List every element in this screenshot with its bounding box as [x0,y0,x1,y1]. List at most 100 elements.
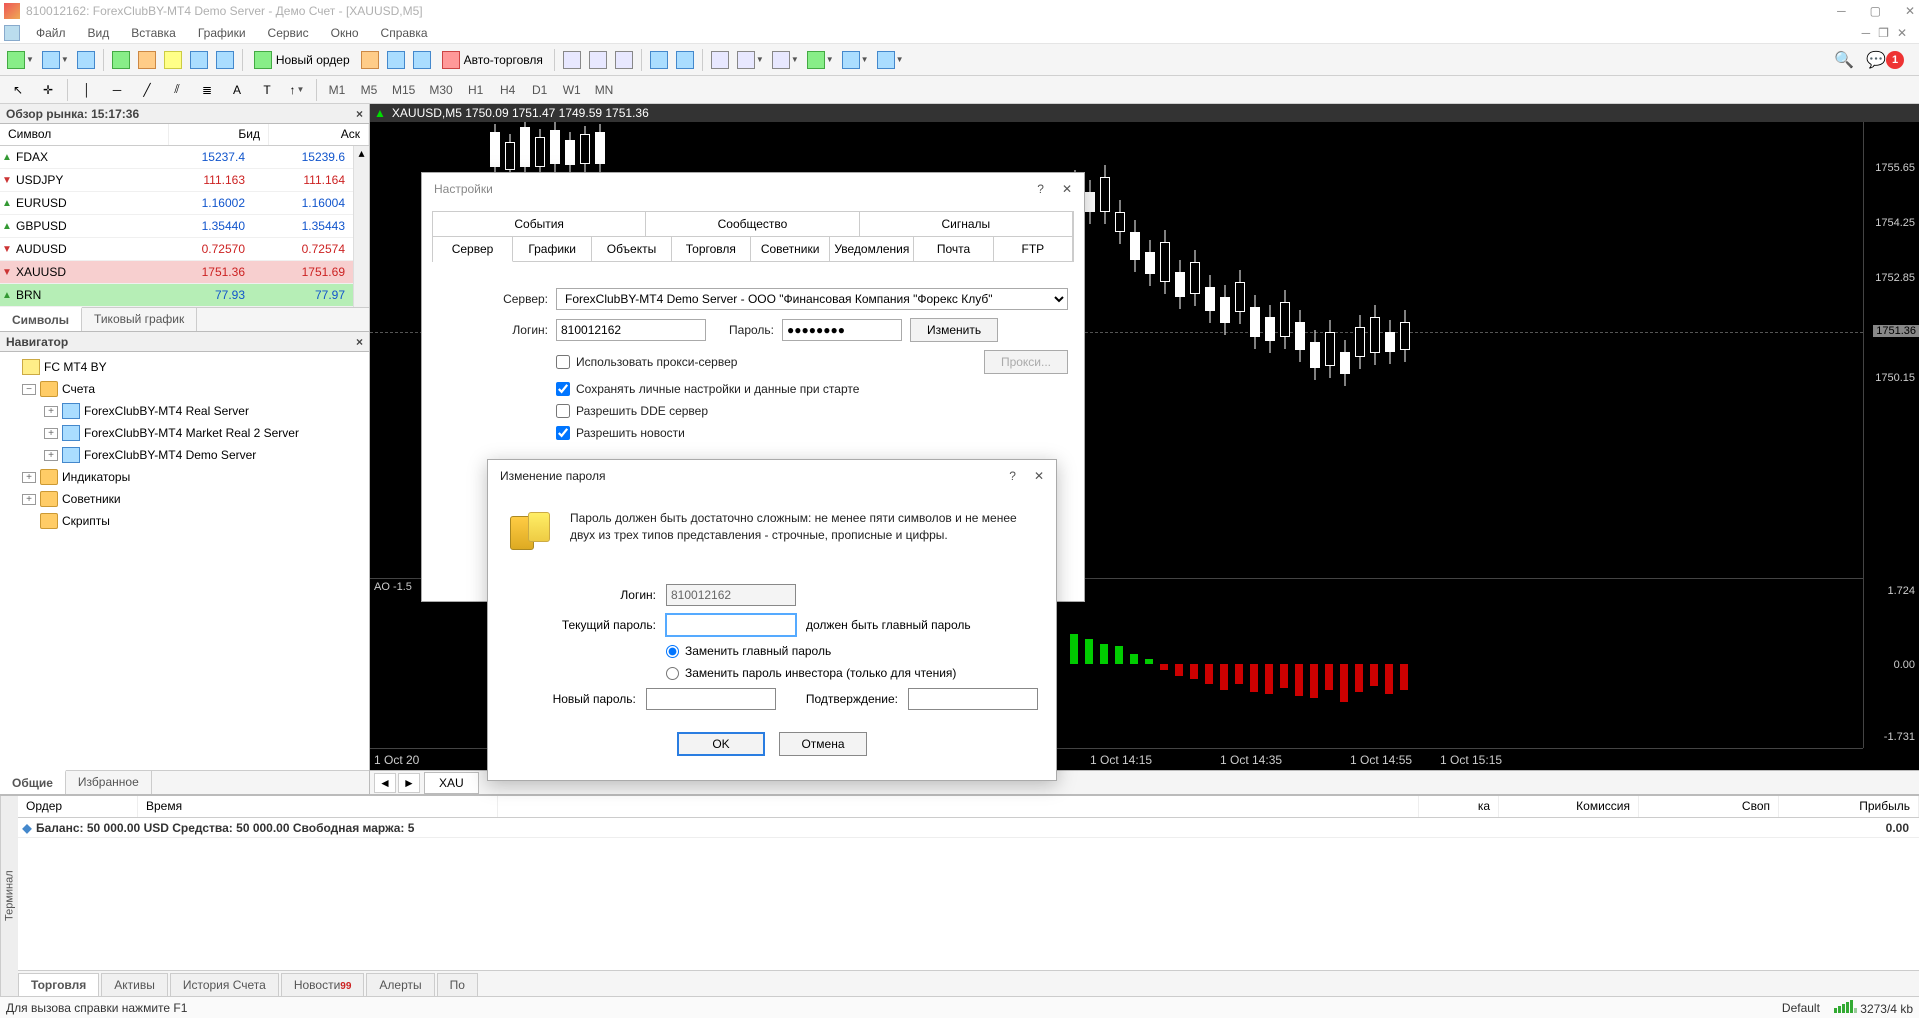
hline-tool[interactable]: ─ [103,78,131,102]
menu-file[interactable]: Файл [26,24,76,42]
term-tab-news[interactable]: Новости99 [281,973,365,996]
mdi-restore-icon[interactable]: ❐ [1878,26,1889,40]
stab-charts[interactable]: Графики [513,237,592,262]
mw-row-FDAX[interactable]: ▲FDAX15237.415239.6 [0,146,353,169]
menu-insert[interactable]: Вставка [121,24,186,42]
text-tool[interactable]: A [223,78,251,102]
menu-window[interactable]: Окно [321,24,369,42]
tf-d1[interactable]: D1 [525,79,555,101]
vline-tool[interactable]: │ [73,78,101,102]
stab-server[interactable]: Сервер [433,237,513,262]
navigator-button[interactable] [161,48,185,72]
templates-button[interactable]: ▼ [804,48,837,72]
tf-h1[interactable]: H1 [461,79,491,101]
minimize-button[interactable]: ─ [1837,4,1846,18]
new-chart-button[interactable]: ▼ [4,48,37,72]
proxy-checkbox[interactable] [556,355,570,369]
chart-tab-prev[interactable]: ◄ [374,773,396,793]
pwd-ok-button[interactable]: OK [677,732,765,756]
pwd-radio-main[interactable] [666,645,679,658]
term-tab-history[interactable]: История Счета [170,973,279,996]
chart-tab-xau[interactable]: XAU [424,772,479,794]
nav-scripts[interactable]: Скрипты [0,510,369,532]
bar-chart-button[interactable] [560,48,584,72]
pwd-close-icon[interactable]: ✕ [1034,469,1044,483]
mdi-icon[interactable] [4,25,20,41]
term-tab-assets[interactable]: Активы [101,973,168,996]
tf-m1[interactable]: M1 [322,79,352,101]
pwd-current-input[interactable] [666,614,796,636]
profiles-button[interactable]: ▼ [39,48,72,72]
scroll-button[interactable]: ▼ [874,48,907,72]
dde-checkbox-label[interactable]: Разрешить DDE сервер [556,404,708,418]
nav-server-0[interactable]: +ForexClubBY-MT4 Real Server [0,400,369,422]
navigator-close-icon[interactable]: × [356,335,363,349]
term-tab-more[interactable]: По [437,973,478,996]
pwd-cancel-button[interactable]: Отмена [779,732,867,756]
menu-view[interactable]: Вид [78,24,120,42]
close-button[interactable]: ✕ [1905,4,1915,18]
stab-trade[interactable]: Торговля [672,237,751,262]
news-checkbox-label[interactable]: Разрешить новости [556,426,685,440]
stab-experts[interactable]: Советники [751,237,830,262]
status-profile[interactable]: Default [1782,1001,1820,1015]
mdi-minimize-icon[interactable]: ─ [1862,26,1871,40]
nav-server-1[interactable]: +ForexClubBY-MT4 Market Real 2 Server [0,422,369,444]
auto-trading-button[interactable]: Авто-торговля [436,48,549,72]
metaquotes-button[interactable] [358,48,382,72]
pwd-radio-investor[interactable] [666,667,679,680]
mw-row-EURUSD[interactable]: ▲EURUSD1.160021.16004 [0,192,353,215]
tester-button[interactable] [213,48,237,72]
chart-tab-next[interactable]: ► [398,773,420,793]
zoom-in-button[interactable] [647,48,671,72]
save-button[interactable] [74,48,98,72]
login-input[interactable] [556,319,706,341]
mw-tab-tick[interactable]: Тиковый график [82,308,197,331]
pwd-new-input[interactable] [646,688,776,710]
nav-accounts[interactable]: −Счета [0,378,369,400]
market-watch-close-icon[interactable]: × [356,107,363,121]
new-order-button[interactable]: Новый ордер [248,48,356,72]
mw-row-GBPUSD[interactable]: ▲GBPUSD1.354401.35443 [0,215,353,238]
mw-row-AUDUSD[interactable]: ▼AUDUSD0.725700.72574 [0,238,353,261]
tf-h4[interactable]: H4 [493,79,523,101]
dde-checkbox[interactable] [556,404,570,418]
nav-experts[interactable]: +Советники [0,488,369,510]
menu-charts[interactable]: Графики [188,24,256,42]
tile-button[interactable] [708,48,732,72]
tf-mn[interactable]: MN [589,79,620,101]
zoom-out-button[interactable] [673,48,697,72]
channel-tool[interactable]: ⫽ [163,78,191,102]
shift-button[interactable]: ▼ [839,48,872,72]
menu-help[interactable]: Справка [371,24,438,42]
terminal-button[interactable] [187,48,211,72]
settings-help-icon[interactable]: ? [1037,182,1044,196]
stab-events[interactable]: События [433,212,646,237]
status-connection[interactable]: 3273/4 kb [1834,1000,1913,1016]
crosshair-tool[interactable]: ✛ [34,78,62,102]
cursor-tool[interactable]: ↖ [4,78,32,102]
stab-signals[interactable]: Сигналы [860,212,1073,237]
term-tab-alerts[interactable]: Алерты [366,973,434,996]
candle-chart-button[interactable] [586,48,610,72]
keep-checkbox-label[interactable]: Сохранять личные настройки и данные при … [556,382,859,396]
mdi-close-icon[interactable]: ✕ [1897,26,1907,40]
nav-indicators[interactable]: +Индикаторы [0,466,369,488]
terminal-handle[interactable]: Терминал [0,796,18,996]
keep-checkbox[interactable] [556,382,570,396]
nav-tab-fav[interactable]: Избранное [66,771,152,794]
stab-community[interactable]: Сообщество [646,212,859,237]
market-button[interactable] [410,48,434,72]
trendline-tool[interactable]: ╱ [133,78,161,102]
mw-row-USDJPY[interactable]: ▼USDJPY111.163111.164 [0,169,353,192]
change-password-button[interactable]: Изменить [910,318,998,342]
pwd-help-icon[interactable]: ? [1009,469,1016,483]
tf-m15[interactable]: M15 [386,79,421,101]
term-tab-trade[interactable]: Торговля [18,973,99,996]
terminal-balance-row[interactable]: ◆ Баланс: 50 000.00 USD Средства: 50 000… [18,818,1919,838]
nav-server-2[interactable]: +ForexClubBY-MT4 Demo Server [0,444,369,466]
stab-mail[interactable]: Почта [914,237,993,262]
mw-row-XAUUSD[interactable]: ▼XAUUSD1751.361751.69 [0,261,353,284]
indicators-button[interactable]: ▼ [734,48,767,72]
market-watch-scrollbar[interactable]: ▴ [353,146,369,307]
